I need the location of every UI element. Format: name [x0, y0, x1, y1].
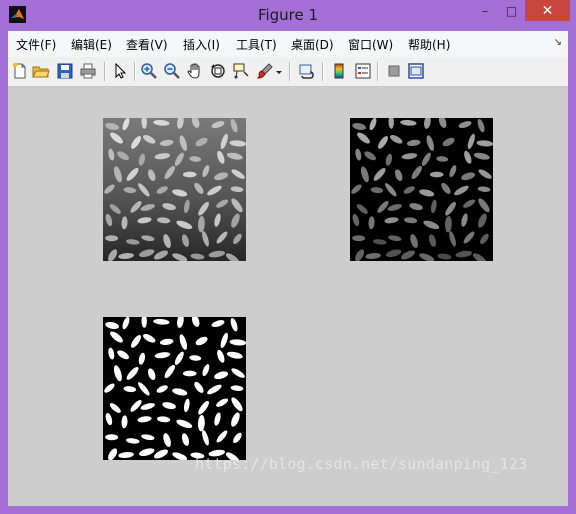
rice-grain — [182, 370, 197, 377]
save-figure-icon[interactable] — [56, 62, 74, 80]
maximize-icon: □ — [505, 3, 518, 18]
brush-dropdown-icon[interactable] — [275, 62, 283, 80]
menu-help[interactable]: 帮助(H) — [408, 36, 450, 53]
figure-window: Figure 1 – □ ✕ 文件(F) 编辑(E) 查看(V) 插入(I) 工… — [0, 0, 576, 514]
minimize-button[interactable]: – — [472, 0, 498, 21]
menu-desktop[interactable]: 桌面(D) — [291, 36, 334, 53]
new-figure-icon[interactable] — [11, 62, 29, 80]
zoom-in-icon[interactable] — [140, 62, 158, 80]
figure-client-area: 文件(F) 编辑(E) 查看(V) 插入(I) 工具(T) 桌面(D) 窗口(W… — [8, 31, 568, 506]
title-bar[interactable]: Figure 1 – □ ✕ — [0, 0, 576, 31]
rotate-3d-icon[interactable] — [209, 62, 227, 80]
edit-plot-arrow-icon[interactable] — [111, 62, 129, 80]
rice-grain — [429, 171, 444, 178]
menu-file[interactable]: 文件(F) — [16, 36, 56, 53]
open-file-icon[interactable] — [32, 62, 50, 80]
maximize-button[interactable]: □ — [498, 0, 525, 21]
close-icon: ✕ — [541, 2, 554, 19]
background-subtracted-image-axes[interactable] — [350, 118, 493, 261]
original-image-axes[interactable] — [103, 118, 246, 261]
minimize-icon: – — [482, 3, 488, 18]
background-subtracted-image — [350, 118, 493, 261]
binary-image-axes[interactable] — [103, 317, 246, 460]
menu-edit[interactable]: 编辑(E) — [71, 36, 112, 53]
zoom-out-icon[interactable] — [163, 62, 181, 80]
menu-window[interactable]: 窗口(W) — [348, 36, 393, 53]
watermark-text: https://blog.csdn.net/sundanping_123 — [195, 455, 528, 473]
menu-tools[interactable]: 工具(T) — [236, 36, 277, 53]
binary-image — [103, 317, 246, 460]
menu-view[interactable]: 查看(V) — [126, 36, 168, 53]
show-plot-tools-icon[interactable] — [407, 62, 425, 80]
figure-toolbar — [8, 57, 568, 87]
legend-icon[interactable] — [354, 62, 372, 80]
link-plot-icon[interactable] — [298, 62, 316, 80]
toolbar-separator — [322, 62, 324, 81]
print-figure-icon[interactable] — [79, 62, 97, 80]
pan-hand-icon[interactable] — [186, 62, 204, 80]
data-cursor-icon[interactable] — [232, 62, 250, 80]
colorbar-icon[interactable] — [330, 62, 348, 80]
toolbar-separator — [104, 62, 106, 81]
toolbar-separator — [289, 62, 291, 81]
dock-arrow-icon[interactable]: ↘ — [554, 37, 562, 48]
menu-bar: 文件(F) 编辑(E) 查看(V) 插入(I) 工具(T) 桌面(D) 窗口(W… — [8, 31, 568, 58]
toolbar-separator — [377, 62, 379, 81]
close-button[interactable]: ✕ — [525, 0, 570, 21]
original-image — [103, 118, 246, 261]
toolbar-separator — [134, 62, 136, 81]
menu-insert[interactable]: 插入(I) — [183, 36, 220, 53]
hide-plot-tools-icon[interactable] — [385, 62, 403, 80]
brush-icon[interactable] — [256, 62, 274, 80]
rice-grain — [182, 171, 197, 178]
